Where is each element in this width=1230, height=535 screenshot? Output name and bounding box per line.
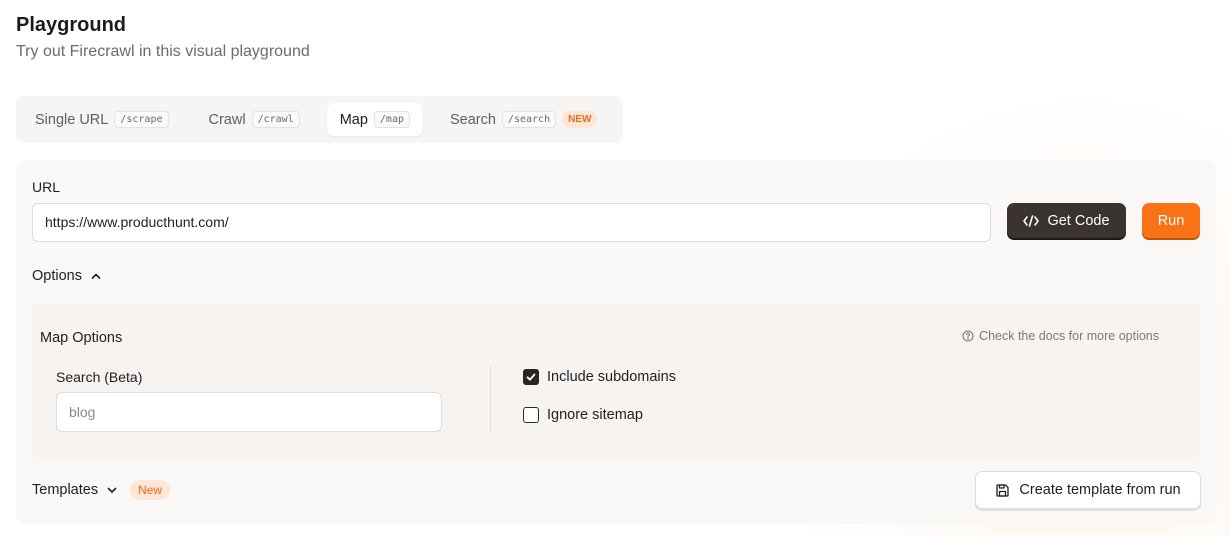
tab-map[interactable]: Map /map: [326, 103, 423, 136]
run-label: Run: [1157, 212, 1185, 229]
url-input[interactable]: https://www.producthunt.com/: [32, 203, 991, 242]
docs-hint-text: Check the docs for more options: [979, 329, 1159, 343]
save-icon: [995, 483, 1010, 498]
map-options-title: Map Options: [40, 330, 123, 346]
get-code-button[interactable]: Get Code: [1007, 203, 1126, 238]
endpoint-tabs: Single URL /scrape Crawl /crawl Map /map…: [16, 96, 623, 143]
tab-single-url[interactable]: Single URL /scrape: [22, 103, 182, 136]
create-template-button[interactable]: Create template from run: [975, 471, 1201, 509]
create-template-label: Create template from run: [1019, 482, 1181, 498]
include-subdomains-option[interactable]: Include subdomains: [523, 369, 676, 385]
tab-endpoint-code: /search: [501, 111, 557, 128]
options-divider: [490, 366, 491, 432]
tab-endpoint-code: /map: [373, 111, 410, 128]
tab-label: Map: [339, 111, 368, 128]
page-subtitle: Try out Firecrawl in this visual playgro…: [16, 43, 310, 60]
ignore-sitemap-option[interactable]: Ignore sitemap: [523, 407, 643, 423]
code-icon: [1023, 214, 1040, 228]
search-label: Search (Beta): [56, 369, 143, 385]
tab-label: Single URL: [35, 111, 109, 128]
help-circle-icon: [962, 330, 974, 342]
tab-endpoint-code: /crawl: [251, 111, 300, 128]
tab-label: Crawl: [208, 111, 246, 128]
new-badge: NEW: [562, 111, 598, 128]
ignore-sitemap-label: Ignore sitemap: [547, 407, 643, 423]
run-button[interactable]: Run: [1142, 203, 1200, 238]
include-subdomains-label: Include subdomains: [547, 369, 676, 385]
templates-label: Templates: [32, 482, 99, 498]
tab-crawl[interactable]: Crawl /crawl: [196, 103, 313, 136]
url-label: URL: [32, 179, 61, 195]
tab-search[interactable]: Search /search NEW: [437, 103, 610, 136]
search-input[interactable]: blog: [56, 392, 442, 432]
ignore-sitemap-checkbox[interactable]: [523, 407, 539, 423]
tab-endpoint-code: /scrape: [114, 111, 169, 128]
tab-label: Search: [450, 111, 496, 128]
chevron-up-icon: [90, 270, 102, 282]
page-title: Playground: [16, 14, 127, 36]
options-toggle[interactable]: Options: [32, 268, 102, 284]
get-code-label: Get Code: [1047, 212, 1110, 229]
templates-new-badge: New: [130, 480, 171, 500]
include-subdomains-checkbox[interactable]: [523, 369, 539, 385]
docs-hint[interactable]: Check the docs for more options: [962, 329, 1159, 343]
chevron-down-icon: [106, 484, 118, 496]
playground-panel: URL https://www.producthunt.com/ Get Cod…: [16, 160, 1216, 524]
options-label: Options: [32, 268, 82, 284]
page-header: Playground Try out Firecrawl in this vis…: [16, 13, 310, 62]
templates-toggle[interactable]: Templates New: [32, 480, 171, 500]
